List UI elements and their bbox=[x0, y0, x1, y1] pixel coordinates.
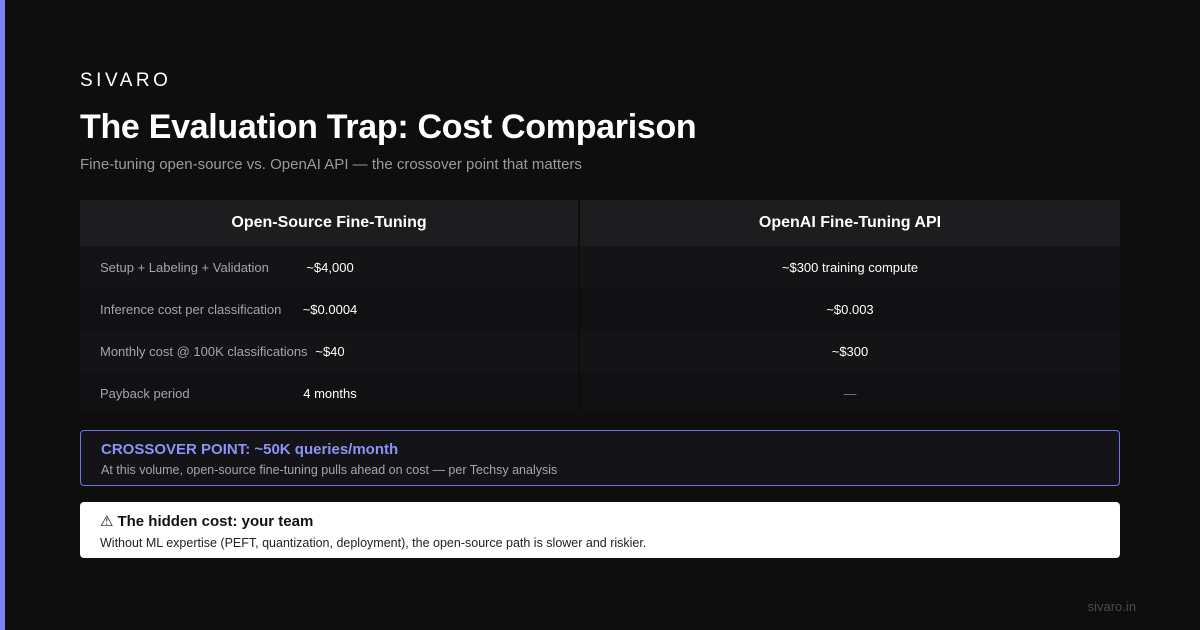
cost-comparison-table: Open-Source Fine-Tuning OpenAI Fine-Tuni… bbox=[80, 200, 1120, 414]
row-label-cell: Inference cost per classification ~$0.00… bbox=[80, 288, 578, 330]
row-label: Monthly cost @ 100K classifications bbox=[100, 343, 308, 359]
table-row: Payback period 4 months — bbox=[80, 372, 1120, 414]
open-source-value: ~$40 bbox=[315, 343, 345, 359]
crossover-headline: CROSSOVER POINT: ~50K queries/month bbox=[101, 441, 399, 458]
header-open-source: Open-Source Fine-Tuning bbox=[80, 200, 578, 246]
open-source-value: ~$0.0004 bbox=[302, 301, 358, 317]
accent-bar bbox=[0, 0, 5, 630]
table-header: Open-Source Fine-Tuning OpenAI Fine-Tuni… bbox=[80, 200, 1120, 246]
footer-url: sivaro.in bbox=[1087, 599, 1136, 614]
table-row: Setup + Labeling + Validation ~$4,000 ~$… bbox=[80, 246, 1120, 288]
hidden-cost-headline: The hidden cost: your team bbox=[117, 512, 314, 530]
hidden-cost-callout: ⚠ The hidden cost: your team Without ML … bbox=[80, 502, 1120, 558]
row-label: Payback period bbox=[100, 385, 190, 401]
page-title: The Evaluation Trap: Cost Comparison bbox=[80, 108, 697, 146]
open-source-value: 4 months bbox=[303, 385, 357, 401]
table-row: Inference cost per classification ~$0.00… bbox=[80, 288, 1120, 330]
page-subtitle: Fine-tuning open-source vs. OpenAI API —… bbox=[80, 156, 582, 173]
brand-logo: SIVARO bbox=[80, 70, 172, 91]
crossover-detail: At this volume, open-source fine-tuning … bbox=[101, 463, 558, 477]
row-label: Setup + Labeling + Validation bbox=[100, 259, 269, 275]
openai-value: — bbox=[580, 372, 1120, 414]
openai-value: ~$300 bbox=[580, 330, 1120, 372]
crossover-callout: CROSSOVER POINT: ~50K queries/month At t… bbox=[80, 430, 1120, 486]
table-row: Monthly cost @ 100K classifications ~$40… bbox=[80, 330, 1120, 372]
row-label: Inference cost per classification bbox=[100, 301, 282, 317]
open-source-value: ~$4,000 bbox=[306, 259, 354, 275]
row-label-cell: Monthly cost @ 100K classifications ~$40 bbox=[80, 330, 578, 372]
warning-icon: ⚠ bbox=[100, 513, 114, 530]
openai-value: ~$300 training compute bbox=[580, 246, 1120, 288]
openai-value: ~$0.003 bbox=[580, 288, 1120, 330]
row-label-cell: Payback period 4 months bbox=[80, 372, 578, 414]
header-openai: OpenAI Fine-Tuning API bbox=[580, 200, 1120, 246]
hidden-cost-detail: Without ML expertise (PEFT, quantization… bbox=[100, 536, 647, 550]
hidden-cost-heading: ⚠ The hidden cost: your team bbox=[100, 512, 1100, 531]
row-label-cell: Setup + Labeling + Validation ~$4,000 bbox=[80, 246, 578, 288]
